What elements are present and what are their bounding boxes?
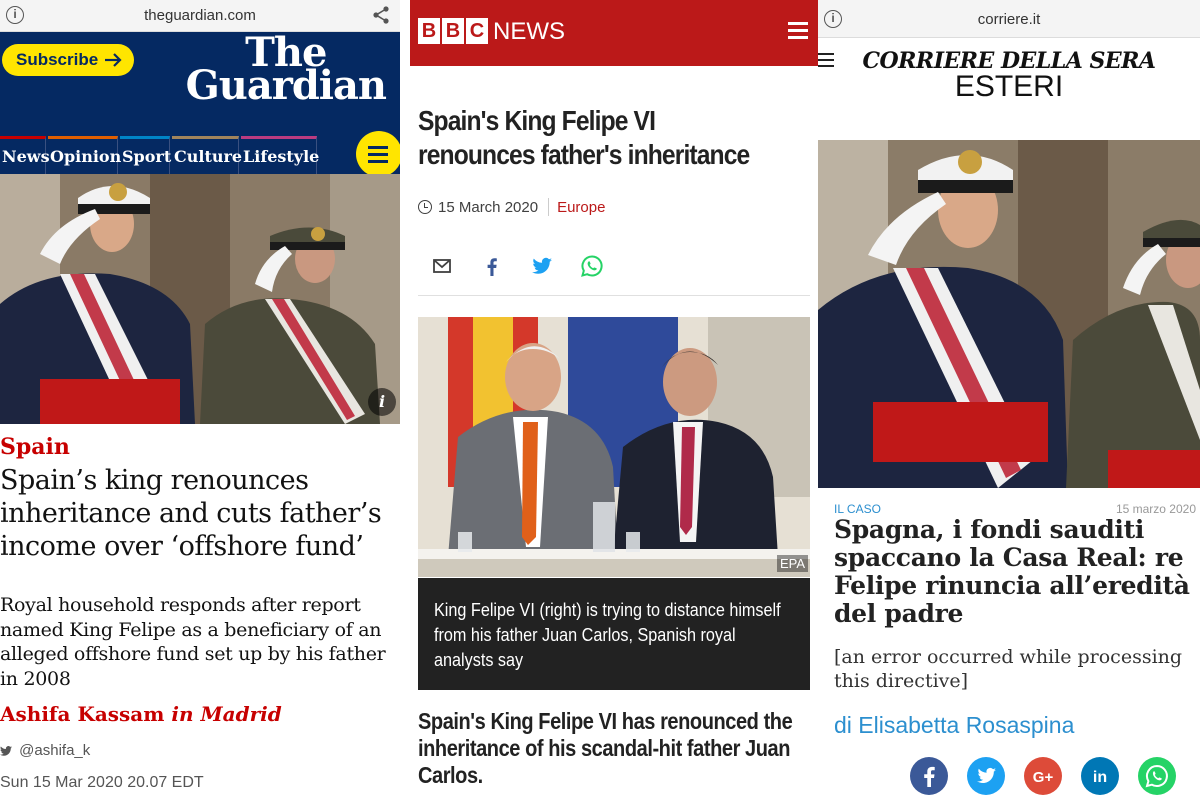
subscribe-button[interactable]: Subscribe	[2, 44, 134, 76]
caption-text: King Felipe VI (right) is trying to dist…	[434, 600, 781, 670]
guardian-logo[interactable]: The Guardian	[185, 33, 387, 109]
article-photo	[418, 317, 810, 577]
photo-caption: King Felipe VI (right) is trying to dist…	[418, 578, 810, 690]
hamburger-menu-icon[interactable]	[788, 22, 808, 40]
share-icon[interactable]	[372, 5, 390, 25]
meta-divider	[548, 198, 550, 216]
article-subtitle: [an error occurred while processing this…	[834, 645, 1200, 695]
clock-icon	[418, 200, 432, 214]
logo-letter: C	[466, 18, 488, 44]
divider	[418, 295, 810, 296]
facebook-icon[interactable]	[910, 757, 948, 795]
twitter-handle-text: @ashifa_k	[19, 742, 91, 759]
linkedin-icon[interactable]: in	[1081, 757, 1119, 795]
nav-item-lifestyle[interactable]: Lifestyle	[241, 136, 319, 174]
twitter-icon[interactable]	[967, 757, 1005, 795]
category-link[interactable]: Europe	[557, 199, 605, 216]
browser-url-bar[interactable]: i theguardian.com	[0, 0, 400, 32]
lead-paragraph: Spain's King Felipe VI has renounced the…	[418, 708, 793, 788]
section-kicker[interactable]: Spain	[0, 434, 70, 460]
facebook-icon[interactable]	[480, 254, 504, 278]
article-photo: i	[0, 174, 400, 424]
article-kicker: IL CASO	[834, 502, 881, 516]
article-date: 15 marzo 2020	[1115, 502, 1196, 516]
author-link[interactable]: Ashifa Kassam	[0, 702, 164, 726]
logo-letter: B	[418, 18, 440, 44]
article-date: 15 March 2020	[438, 199, 539, 216]
corriere-panel: i corriere.it CORRIERE DELLA SERA ESTERI	[818, 0, 1200, 800]
bbc-panel: B B C NEWS Spain's King Felipe VI renounces…	[410, 0, 818, 800]
king-and-father-photo	[418, 317, 810, 577]
photo-credit: EPA	[776, 555, 808, 572]
subtitle-text: [an error occurred while processing this…	[834, 646, 1183, 692]
whatsapp-icon[interactable]	[580, 254, 604, 278]
royal-salute-photo	[818, 140, 1200, 488]
publish-date: Sun 15 Mar 2020 20.07 EDT	[0, 774, 204, 791]
logo-news-text: NEWS	[493, 18, 565, 45]
nav-item-news[interactable]: News	[0, 136, 50, 174]
logo-line-2: Guardian	[185, 62, 387, 109]
bbc-news-logo[interactable]: B B C NEWS	[418, 18, 565, 46]
twitter-handle[interactable]: @ashifa_k	[0, 742, 90, 759]
article-photo	[818, 140, 1200, 488]
nav-item-culture[interactable]: Culture	[172, 136, 242, 174]
twitter-icon	[0, 746, 12, 756]
google-plus-icon[interactable]: G+	[1024, 757, 1062, 795]
logo-letter: B	[442, 18, 464, 44]
royal-salute-photo	[0, 174, 400, 424]
standfirst: Royal household responds after report na…	[0, 594, 386, 690]
bbc-header: B B C NEWS	[410, 0, 818, 66]
headline: Spain’s king renounces inheritance and c…	[0, 465, 382, 562]
arrow-right-icon	[105, 53, 122, 67]
nav-item-sport[interactable]: Sport	[120, 136, 171, 174]
article-title: Spain's King Felipe VI renounces father'…	[418, 105, 750, 170]
twitter-icon[interactable]	[530, 254, 554, 278]
article-title: Spagna, i fondi sauditi spaccano la Casa…	[834, 515, 1190, 628]
guardian-nav: News Opinion Sport Culture Lifestyle	[0, 136, 400, 174]
guardian-masthead: Subscribe The Guardian	[0, 32, 400, 136]
menu-button[interactable]	[356, 131, 400, 177]
whatsapp-icon[interactable]	[1138, 757, 1176, 795]
author[interactable]: di Elisabetta Rosaspina	[834, 712, 1074, 739]
subscribe-label: Subscribe	[16, 50, 99, 69]
browser-url-bar[interactable]: i corriere.it	[818, 0, 1200, 38]
url-text: theguardian.com	[144, 7, 256, 24]
article-meta: 15 March 2020 Europe	[418, 198, 605, 216]
email-icon[interactable]	[430, 254, 454, 278]
byline: Ashifa Kassam in Madrid	[0, 702, 282, 726]
svg-text:G+: G+	[1033, 769, 1054, 786]
photo-info-button[interactable]: i	[368, 388, 396, 416]
byline-location: in Madrid	[171, 702, 282, 726]
section-title[interactable]: ESTERI	[818, 70, 1200, 104]
svg-text:in: in	[1093, 769, 1107, 786]
url-text: corriere.it	[977, 11, 1041, 28]
nav-item-opinion[interactable]: Opinion	[48, 136, 121, 174]
guardian-panel: i theguardian.com Subscribe The Guardian…	[0, 0, 400, 800]
